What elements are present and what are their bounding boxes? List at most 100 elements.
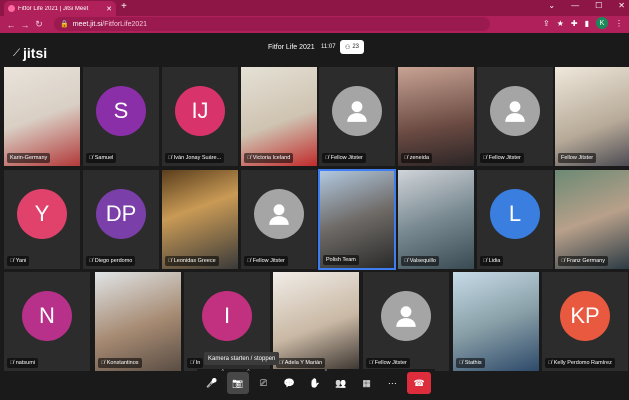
browser-tab-strip: Fitfor Life 2021 | Jitsi Meet ✕ + ⌄ — ☐ …	[0, 0, 629, 16]
address-bar[interactable]: 🔒 meet.jit.si /FitforLife2021	[54, 17, 490, 31]
participant-avatar: IJ	[175, 85, 225, 136]
participant-tile[interactable]: 🎙̸ Leonidas Greece	[161, 169, 239, 270]
participant-nametag: 🎙̸ Lidia	[480, 256, 504, 266]
participant-tile[interactable]: 🎙̸ Franz Germany	[554, 169, 629, 270]
participant-name: Fellow Jitster	[330, 155, 363, 161]
mic-muted-icon: 🎙̸	[369, 360, 373, 366]
browser-tab[interactable]: Fitfor Life 2021 | Jitsi Meet ✕	[4, 1, 116, 16]
menu-icon[interactable]: ⋮	[615, 19, 623, 28]
camera-button[interactable]: 📷 ⌃	[226, 369, 251, 394]
participant-tile[interactable]: 🎙̸ Fellow Jitster	[362, 271, 450, 372]
reload-icon[interactable]: ↻	[32, 19, 46, 30]
participant-tile[interactable]: L 🎙̸ Lidia	[476, 169, 554, 270]
participant-tile[interactable]: KP 🎙̸ Kelly Perdomo Ramírez	[541, 271, 629, 372]
minimize-icon[interactable]: —	[571, 1, 579, 10]
participant-tile[interactable]: Fellow Jitster	[554, 66, 629, 167]
hangup-button[interactable]: ☎	[407, 372, 432, 394]
maximize-icon[interactable]: ☐	[595, 1, 602, 10]
participant-count-badge[interactable]: ⚇ 23	[340, 40, 364, 54]
participant-tile[interactable]: DP 🎙̸ Diego perdomo	[82, 169, 160, 270]
chevron-down-icon[interactable]: ⌄	[548, 1, 555, 10]
participant-tile[interactable]: 🎙̸ Victoria Iceland	[240, 66, 318, 167]
jitsi-logo[interactable]: ⟋ jitsi	[13, 45, 47, 61]
tab-close-icon[interactable]: ✕	[106, 5, 112, 13]
caret-up-icon[interactable]: ⌃	[324, 369, 328, 375]
url-path: /FitforLife2021	[102, 20, 148, 28]
share-icon[interactable]: ⇪	[543, 19, 550, 28]
participant-name: Konstantinos	[106, 360, 139, 366]
participant-name: Fellow Jitster	[561, 155, 594, 161]
participant-tile[interactable]: Y 🎙̸ Yani	[3, 169, 81, 270]
participant-nametag: 🎙̸ Fellow Jitster	[322, 153, 366, 163]
default-user-icon	[490, 85, 540, 136]
participant-video	[398, 67, 474, 166]
participant-nametag: 🎙̸ Yani	[7, 256, 30, 266]
chat-button[interactable]: 💬	[278, 372, 300, 394]
mic-muted-icon: 🎙̸	[168, 155, 172, 161]
more-button[interactable]: ⋯	[381, 372, 403, 394]
mic-muted-icon: 🎙̸	[483, 258, 487, 264]
back-icon[interactable]: ←	[4, 20, 18, 30]
bookmark-star-icon[interactable]: ★	[557, 19, 564, 28]
participant-nametag: Polish Team	[323, 255, 359, 265]
participant-nametag: 🎙̸ Leonidas Greece	[165, 256, 219, 266]
caret-up-icon[interactable]: ⌃	[221, 369, 225, 375]
participant-tile[interactable]: N 🎙̸ natsumi	[3, 271, 91, 372]
forward-icon[interactable]: →	[18, 20, 32, 30]
participant-nametag: 🎙̸ Samuel	[86, 153, 117, 163]
participant-tile[interactable]: IJ 🎙̸ Iván Jonay Suáre...	[161, 66, 239, 167]
participant-nametag: 🎙̸ Diego perdomo	[86, 256, 136, 266]
participant-video	[95, 272, 181, 371]
participant-tile[interactable]: 🎙̸ Valsequillo	[397, 169, 475, 270]
raise-hand-icon: ✋	[309, 377, 321, 388]
participant-nametag: 🎙̸ Adela Y Marián	[276, 358, 326, 368]
raise-hand-button[interactable]: ✋ ⌃	[304, 369, 328, 394]
jitsi-logo-icon: ⟋	[13, 47, 20, 59]
participant-name: Adela Y Marián	[284, 360, 323, 366]
participant-nametag: 🎙̸ Fellow Jitster	[244, 256, 288, 266]
participant-name: Victoria Iceland	[252, 155, 291, 161]
participant-nametag: Karin-Germany	[7, 153, 51, 163]
screen-share-icon: ⎚	[259, 377, 268, 388]
participant-tile[interactable]: S 🎙̸ Samuel	[82, 66, 160, 167]
participant-tile[interactable]: 🎙̸ zeneida	[397, 66, 475, 167]
new-tab-icon[interactable]: +	[121, 1, 127, 12]
participant-tile[interactable]: 🎙̸ Stathis	[452, 271, 540, 372]
participant-nametag: 🎙̸ Victoria Iceland	[244, 153, 294, 163]
browser-toolbar: ← → ↻ 🔒 meet.jit.si /FitforLife2021 ⇪ ★ …	[0, 16, 629, 33]
profile-avatar[interactable]: K	[596, 17, 608, 29]
participant-tile[interactable]: 🎙̸ Fellow Jitster	[318, 66, 396, 167]
more-icon: ⋯	[387, 377, 397, 388]
caret-up-icon[interactable]: ⌃	[246, 369, 250, 375]
participant-tile[interactable]: Polish Team	[318, 169, 396, 270]
screen-share-button[interactable]: ⎚	[253, 372, 275, 394]
mic-muted-icon: 🎙̸	[404, 155, 408, 161]
participant-name: Iván Jonay Suáre...	[173, 155, 222, 161]
participant-tile[interactable]: 🎙̸ Fellow Jitster	[240, 169, 318, 270]
participant-avatar: L	[490, 188, 540, 239]
default-user-icon	[381, 290, 431, 341]
participant-name: Stathis	[464, 360, 482, 366]
sidebar-icon[interactable]: ▮	[585, 19, 589, 28]
url-host: meet.jit.si	[72, 20, 103, 28]
participant-tile[interactable]: Karin-Germany	[3, 66, 81, 167]
tile-view-button[interactable]: ▦	[356, 372, 378, 394]
participant-name: Karin-Germany	[10, 155, 48, 161]
microphone-button[interactable]: 🎤 ⌃	[201, 369, 225, 394]
mic-muted-icon: 🎙̸	[190, 360, 194, 366]
participant-avatar: KP	[560, 290, 610, 341]
participants-button[interactable]: 👥	[330, 372, 352, 394]
participant-tile[interactable]: 🎙̸ Adela Y Marián	[272, 271, 360, 372]
close-window-icon[interactable]: ✕	[618, 1, 625, 10]
extensions-icon[interactable]: ✚	[571, 19, 578, 28]
participants-icon: 👥	[335, 377, 347, 388]
participant-nametag: 🎙̸ Franz Germany	[558, 256, 608, 266]
participant-name: Fellow Jitster	[252, 258, 285, 264]
participant-tile[interactable]: 🎙̸ Konstantinos	[94, 271, 182, 372]
participant-tile[interactable]: 🎙̸ Fellow Jitster	[476, 66, 554, 167]
participant-name: Leonidas Greece	[173, 258, 216, 264]
jitsi-favicon-icon	[8, 5, 15, 12]
participant-nametag: 🎙̸ Fellow Jitster	[480, 153, 524, 163]
lock-icon: 🔒	[60, 21, 69, 28]
window-controls: ⌄ — ☐ ✕	[548, 1, 625, 10]
